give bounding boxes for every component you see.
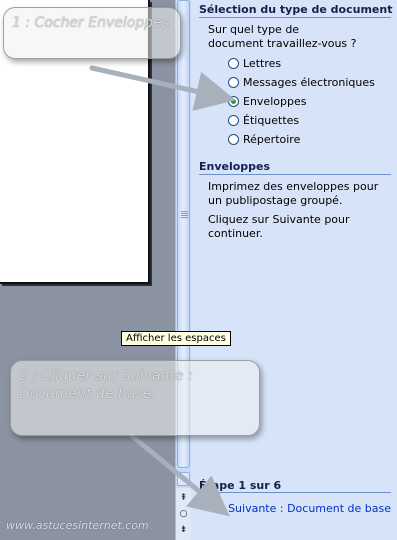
document-type-question: Sur quel type de document travaillez-vou… bbox=[208, 23, 357, 50]
document-workspace bbox=[0, 0, 175, 540]
double-up-arrow-icon: ⇞ bbox=[179, 493, 188, 503]
watermark: www.astucesinternet.com bbox=[6, 519, 149, 532]
option-enveloppes[interactable]: Enveloppes bbox=[228, 93, 306, 109]
option-label: Lettres bbox=[243, 56, 282, 70]
radio-button-checked[interactable] bbox=[228, 95, 239, 107]
radio-button[interactable] bbox=[228, 57, 239, 69]
option-label: Messages électroniques bbox=[243, 75, 375, 89]
option-messages[interactable]: Messages électroniques bbox=[228, 74, 375, 90]
scroll-grip-icon bbox=[181, 211, 188, 219]
mail-merge-task-pane: Sélection du type de document Sur quel t… bbox=[191, 0, 397, 540]
option-label: Répertoire bbox=[243, 132, 301, 146]
annotation-callout-1: 1 : Cocher Enveloppes bbox=[3, 7, 181, 59]
continue-instruction: Cliquez sur Suivante pour continuer. bbox=[208, 213, 350, 240]
double-down-arrow-icon: ⇟ bbox=[179, 525, 188, 535]
right-arrow-icon: ➡ bbox=[212, 501, 223, 515]
option-lettres[interactable]: Lettres bbox=[228, 55, 281, 71]
tooltip: Afficher les espaces bbox=[121, 331, 231, 346]
circle-icon: ○ bbox=[179, 509, 188, 519]
select-browse-object-button[interactable]: ○ bbox=[178, 508, 189, 520]
chevron-down-icon: ▾ bbox=[181, 474, 186, 484]
radio-button[interactable] bbox=[228, 114, 239, 126]
radio-button[interactable] bbox=[228, 133, 239, 145]
section-divider bbox=[199, 492, 391, 493]
next-page-button[interactable]: ⇟ bbox=[178, 524, 189, 536]
scroll-down-button[interactable]: ▾ bbox=[177, 472, 190, 486]
option-etiquettes[interactable]: Étiquettes bbox=[228, 112, 299, 128]
section-divider bbox=[199, 174, 391, 175]
option-label: Enveloppes bbox=[243, 94, 307, 108]
option-repertoire[interactable]: Répertoire bbox=[228, 131, 300, 147]
section-title-enveloppes: Enveloppes bbox=[199, 160, 271, 173]
browse-navigation: ⇞ ○ ⇟ bbox=[176, 488, 191, 540]
step-indicator: Étape 1 sur 6 bbox=[199, 479, 282, 492]
section-title-document-type: Sélection du type de document bbox=[199, 3, 393, 16]
section-divider bbox=[199, 17, 391, 18]
option-label: Étiquettes bbox=[243, 113, 300, 127]
vertical-scrollbar[interactable]: ▾ ⇞ ○ ⇟ bbox=[175, 0, 192, 540]
annotation-callout-2: 2 : Cliquer sur Suivante : Document de b… bbox=[10, 360, 260, 436]
enveloppes-description: Imprimez des enveloppes pour un publipos… bbox=[208, 180, 379, 207]
next-step-label: Suivante : Document de base bbox=[228, 501, 392, 515]
previous-page-button[interactable]: ⇞ bbox=[178, 492, 189, 504]
next-step-link[interactable]: ➡ Suivante : Document de base bbox=[212, 501, 391, 515]
radio-button[interactable] bbox=[228, 76, 239, 88]
